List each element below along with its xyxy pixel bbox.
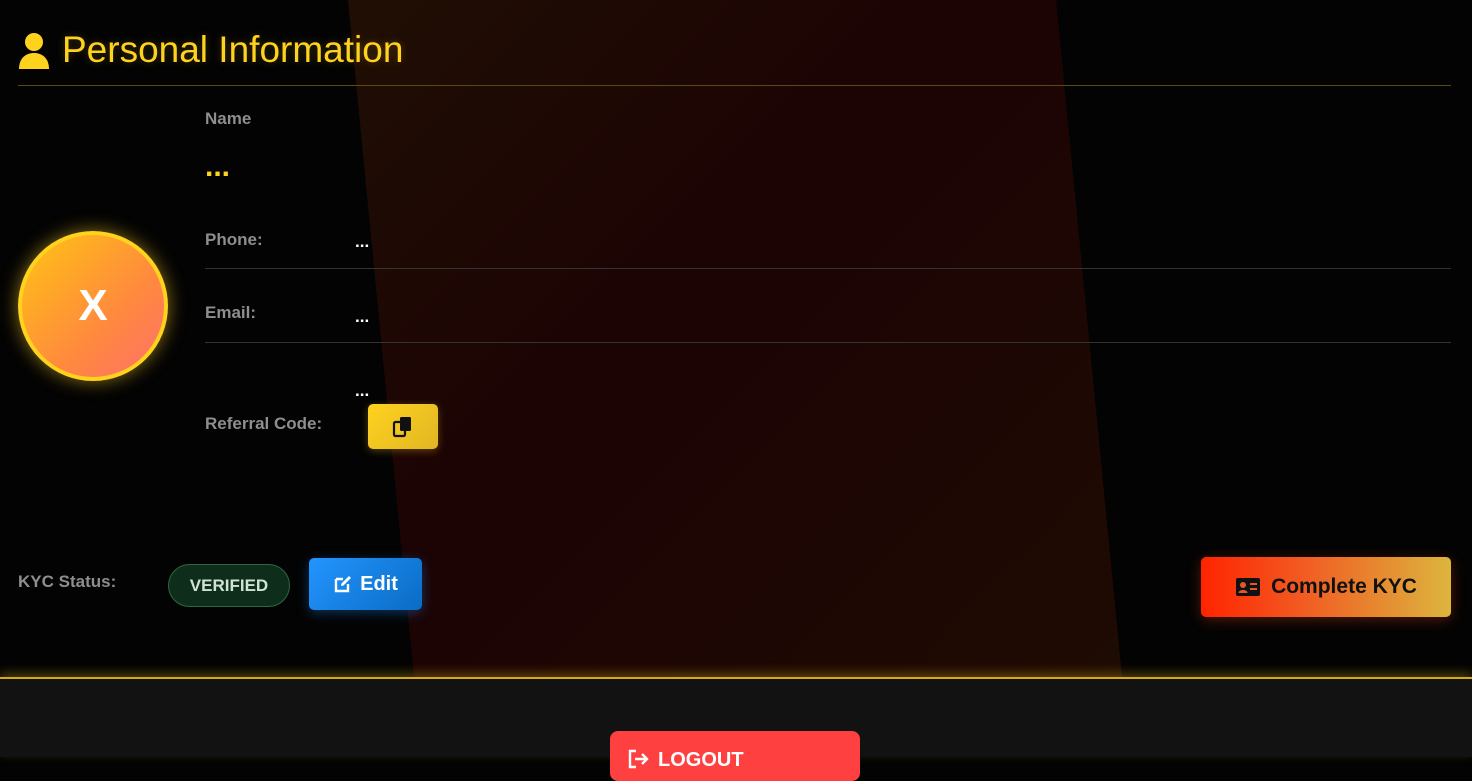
edit-button[interactable]: Edit <box>309 558 422 610</box>
footer-bar: LOGOUT <box>0 677 1472 781</box>
page-title: Personal Information <box>62 29 404 70</box>
copy-icon <box>392 416 411 437</box>
edit-button-label: Edit <box>360 572 398 595</box>
name-value: ... <box>205 150 231 183</box>
logout-label: LOGOUT <box>658 749 744 771</box>
name-label: Name <box>205 109 252 128</box>
divider <box>205 342 1451 343</box>
logout-button[interactable]: LOGOUT <box>610 731 860 781</box>
user-icon <box>19 33 49 69</box>
complete-kyc-button[interactable]: Complete KYC <box>1201 557 1451 617</box>
kyc-status-badge: VERIFIED <box>168 564 290 607</box>
referral-code-label: Referral Code: <box>205 414 323 433</box>
avatar: X <box>18 231 168 381</box>
edit-icon <box>334 576 352 593</box>
divider <box>205 268 1451 269</box>
copy-referral-button[interactable] <box>368 404 438 449</box>
email-value: ... <box>355 307 370 326</box>
card-header: Personal Information <box>18 28 1451 86</box>
logout-icon <box>628 749 649 769</box>
personal-information-card: Personal Information X Name ... Phone: .… <box>0 0 1472 677</box>
kyc-status-label: KYC Status: <box>18 572 117 591</box>
avatar-initial: X <box>78 281 108 330</box>
email-label: Email: <box>205 303 257 322</box>
id-card-icon <box>1236 578 1261 596</box>
phone-value: ... <box>355 232 370 251</box>
phone-label: Phone: <box>205 230 263 249</box>
complete-kyc-label: Complete KYC <box>1271 575 1417 598</box>
referral-code-value: ... <box>355 381 370 400</box>
